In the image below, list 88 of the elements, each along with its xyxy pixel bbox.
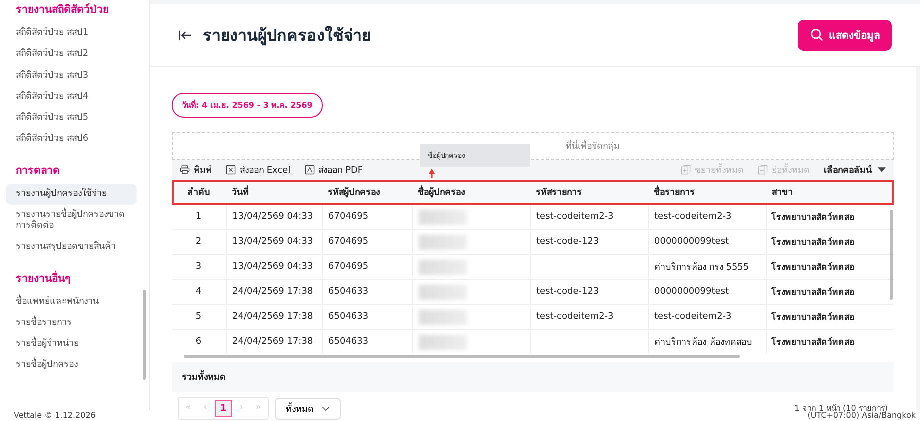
redacted-name-block <box>418 310 466 324</box>
redacted-name-block <box>418 284 466 300</box>
sidebar-item[interactable]: สถิติสัตว์ป่วย สสป6 <box>6 129 137 150</box>
column-header[interactable]: ชื่อรายการ <box>648 180 766 204</box>
excel-file-icon <box>226 165 236 175</box>
table-cell: 0000000099test <box>654 287 730 297</box>
column-header[interactable]: ชื่อผู้ปกครอง <box>412 180 530 204</box>
timezone-text: (UTC+07:00) Asia/Bangkok <box>808 411 916 421</box>
table-cell: 6504633 <box>328 287 369 297</box>
table-cell: ค่าบริการห้อง กรง 5555 <box>654 263 750 273</box>
table-cell: 13/04/2569 04:33 <box>232 237 314 247</box>
table-cell: 3 <box>196 262 202 272</box>
column-header[interactable]: รหัสผู้ปกครอง <box>322 180 412 204</box>
sidebar-heading: รายงานอื่นๆ <box>15 270 72 286</box>
sidebar-item[interactable]: รายงานผู้ปกครองใช้จ่าย <box>6 184 137 205</box>
show-data-button[interactable]: แสดงข้อมูล <box>798 20 892 50</box>
table-cell: 6504633 <box>328 337 369 347</box>
sidebar-heading: รายงานสถิติสัตว์ป่วย <box>15 2 110 18</box>
sidebar-item[interactable]: รายงานสรุปยอดขายสินค้า <box>6 237 137 258</box>
table-cell: 13/04/2569 04:33 <box>232 262 314 272</box>
table-cell: 5 <box>196 312 202 322</box>
table-cell: โรงพยาบาลสัตว์ทดสอ <box>772 338 854 348</box>
table-cell: 2 <box>196 237 202 247</box>
export-button[interactable]: ส่งออก PDF <box>304 163 364 177</box>
table-cell: test-codeitem2-3 <box>654 312 732 322</box>
table-cell: test-code-123 <box>536 287 600 297</box>
sidebar-item[interactable]: รายชื่อผู้ปกครอง <box>6 355 137 376</box>
expand-icon <box>681 165 691 175</box>
table-cell: โรงพยาบาลสัตว์ทดสอ <box>772 213 854 223</box>
sidebar-item[interactable]: สถิติสัตว์ป่วย สสป4 <box>6 86 137 108</box>
table-cell: โรงพยาบาลสัตว์ทดสอ <box>772 313 854 323</box>
redacted-name-block <box>418 334 466 350</box>
column-header[interactable]: รหัสรายการ <box>530 180 648 204</box>
redacted-name-block <box>418 210 466 224</box>
sidebar-item[interactable]: สถิติสัตว์ป่วย สสป3 <box>6 66 137 87</box>
sidebar-item[interactable]: สถิติสัตว์ป่วย สสป2 <box>6 44 137 66</box>
table-cell: test-codeitem2-3 <box>536 212 614 222</box>
column-chooser-dropdown[interactable]: เลือกคอลัมน์ <box>824 163 886 177</box>
column-header[interactable]: วันที่ <box>226 180 322 204</box>
sidebar-item[interactable]: สถิติสัตว์ป่วย สสป1 <box>6 23 137 44</box>
pagination-summary: 1 จาก 1 หน้า (10 รายการ) <box>794 403 888 413</box>
date-range-badge: วันที่: 4 เม.ย. 2569 - 3 พ.ค. 2569 <box>172 93 323 118</box>
column-header[interactable]: ลำดับ <box>172 180 226 204</box>
table-cell: 6704695 <box>328 262 369 272</box>
version-text: Vettale © 1.12.2026 <box>14 410 96 421</box>
sidebar-item[interactable]: สถิติสัตว์ป่วย สสป5 <box>6 108 137 130</box>
table-cell: test-codeitem2-3 <box>536 312 614 322</box>
group-hint: ที่นี่เพื่อจัดกลุ่ม <box>566 139 620 153</box>
table-cell: 24/04/2569 17:38 <box>232 312 314 322</box>
table-cell: ค่าบริการห้อง ห้องทดสอบ <box>654 338 752 348</box>
export-button[interactable]: ส่งออก Excel <box>226 163 291 177</box>
table-cell: 0000000099test <box>654 237 730 247</box>
table-cell: 6504633 <box>328 312 369 322</box>
table-cell: 6704695 <box>328 237 369 247</box>
print-button[interactable]: พิมพ์ <box>180 163 212 177</box>
chevron-down-icon <box>322 406 330 412</box>
caret-icon <box>878 167 886 173</box>
sidebar-item[interactable]: รายชื่อรายการ <box>6 312 137 334</box>
scrollbar[interactable] <box>143 290 146 380</box>
table-cell: 6704695 <box>328 212 369 222</box>
redacted-name-block <box>418 234 466 250</box>
pointer-arrow-icon <box>428 168 436 179</box>
printer-icon <box>180 165 190 175</box>
table-cell: 24/04/2569 17:38 <box>232 287 314 297</box>
table-cell: 24/04/2569 17:38 <box>232 337 314 347</box>
scrollbar[interactable] <box>890 210 893 300</box>
sidebar-item[interactable]: รายงานรายชื่อผู้ปกครองขาดการติดต่อ <box>6 204 137 238</box>
pdf-file-icon <box>304 165 315 175</box>
page-title: รายงานผู้ปกครองใช้จ่าย <box>203 24 372 48</box>
table-cell: test-code-123 <box>536 237 600 247</box>
scrollbar[interactable] <box>184 355 740 358</box>
table-cell: test-codeitem2-3 <box>654 212 732 222</box>
collapse-icon <box>758 165 768 175</box>
redacted-name-block <box>418 260 466 274</box>
page-size-dropdown[interactable]: ทั้งหมด <box>275 398 341 420</box>
table-cell: 13/04/2569 04:33 <box>232 212 314 222</box>
table-cell: 4 <box>196 287 202 297</box>
table-cell: 6 <box>196 337 202 347</box>
table-cell: โรงพยาบาลสัตว์ทดสอ <box>772 238 854 248</box>
sidebar-item[interactable]: ชื่อแพทย์และพนักงาน <box>6 292 137 313</box>
table-cell: 1 <box>196 212 202 222</box>
sidebar-heading: การตลาด <box>15 164 61 178</box>
table-cell: โรงพยาบาลสัตว์ทดสอ <box>772 288 854 298</box>
column-header[interactable]: สาขา <box>766 180 894 204</box>
table-cell: โรงพยาบาลสัตว์ทดสอ <box>772 263 854 273</box>
page-button[interactable]: 1 <box>215 400 232 417</box>
sidebar-item[interactable]: รายชื่อผู้จำหน่าย <box>6 334 137 356</box>
search-icon <box>810 28 824 42</box>
